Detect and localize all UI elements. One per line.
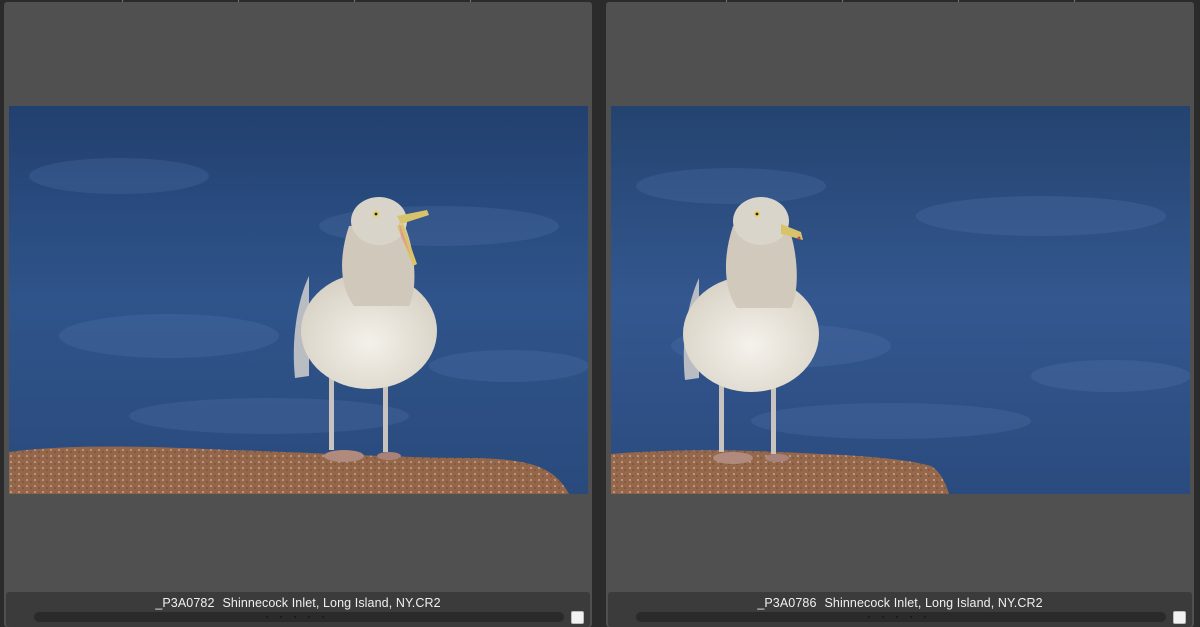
select-checkbox[interactable] [1173,611,1186,624]
gull-photo-calling [9,106,588,494]
horizontal-scrollbar[interactable] [636,612,1166,622]
gull-photo-closed-beak [611,106,1190,494]
photo-preview[interactable] [611,106,1190,494]
footer-bar: _P3A0786 Shinnecock Inlet, Long Island, N… [608,592,1192,627]
scroll-grip [266,616,336,619]
compare-pane-right[interactable]: _P3A0786 Shinnecock Inlet, Long Island, N… [606,2,1194,627]
scroll-grip [868,616,938,619]
select-checkbox[interactable] [571,611,584,624]
filename-label: _P3A0782 Shinnecock Inlet, Long Island, N… [155,596,441,610]
compare-pane-left[interactable]: _P3A0782 Shinnecock Inlet, Long Island, N… [4,2,592,627]
filename-label: _P3A0786 Shinnecock Inlet, Long Island, N… [757,596,1043,610]
photo-preview[interactable] [9,106,588,494]
horizontal-scrollbar[interactable] [34,612,564,622]
footer-bar: _P3A0782 Shinnecock Inlet, Long Island, N… [6,592,590,627]
